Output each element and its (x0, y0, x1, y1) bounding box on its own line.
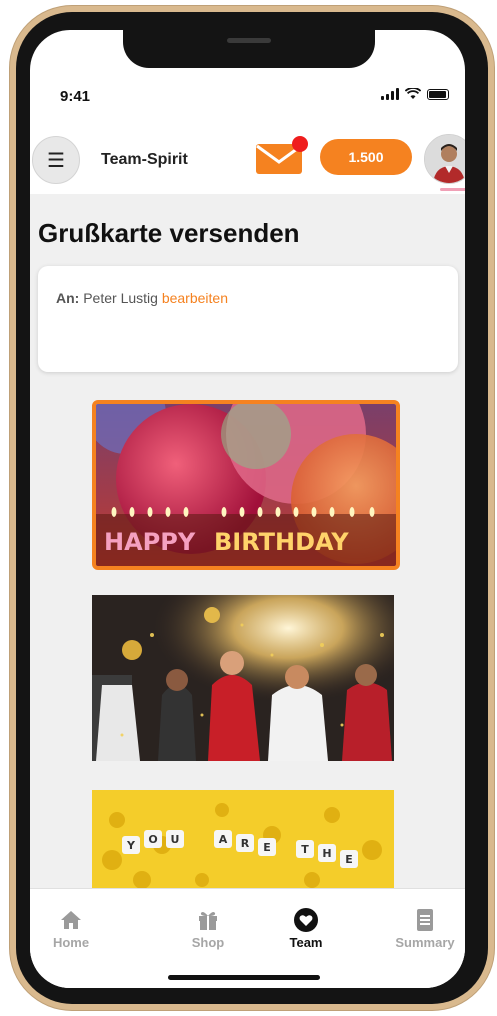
coins-badge[interactable]: 1.500 (320, 139, 412, 175)
die-letter: R (241, 837, 250, 850)
greeting-card-you-are-the[interactable]: Y O U A R E T H E (92, 790, 394, 888)
die-letter: E (263, 841, 271, 854)
heart-icon (294, 908, 318, 932)
tab-shop[interactable]: Shop (168, 907, 248, 950)
tab-summary[interactable]: Summary (385, 907, 465, 950)
tab-label: Team (289, 935, 323, 950)
gift-icon (199, 912, 217, 930)
tab-bar: Home Shop Team Summary (30, 888, 465, 988)
die-letter: U (171, 833, 180, 846)
menu-button[interactable]: ☰ (32, 136, 80, 184)
die-letter: Y (126, 839, 136, 852)
card-text-happy: HAPPY (104, 528, 196, 556)
die-letter: H (322, 847, 331, 860)
die-letter: E (345, 853, 353, 866)
edit-recipient-link[interactable]: bearbeiten (162, 290, 228, 306)
recipient-line: An: Peter Lustig bearbeiten (56, 290, 228, 306)
tab-label: Summary (395, 935, 455, 950)
letter-dice-image: Y O U A R E T H E (92, 790, 394, 888)
wifi-icon (405, 88, 421, 99)
greeting-card-party[interactable] (92, 595, 394, 761)
battery-icon (427, 88, 449, 100)
speaker (227, 38, 271, 43)
party-crowd-image (92, 595, 394, 761)
home-indicator[interactable] (168, 975, 320, 980)
greeting-card-happy-birthday[interactable]: HAPPY BIRTHDAY (92, 400, 400, 570)
phone-screen: 9:41 ☰ Team-Spirit 1.500 Grußkarte verse… (30, 30, 465, 988)
notification-dot (292, 136, 308, 152)
status-time: 9:41 (60, 88, 91, 105)
die-letter: O (148, 833, 157, 846)
tab-label: Shop (191, 935, 225, 950)
app-title: Team-Spirit (101, 151, 188, 168)
document-icon (417, 909, 433, 931)
signal-icon (381, 88, 399, 100)
main-content: Grußkarte versenden An: Peter Lustig bea… (30, 194, 465, 888)
avatar-underline (440, 188, 465, 191)
hamburger-icon: ☰ (47, 149, 65, 172)
tab-home[interactable]: Home (31, 907, 111, 950)
tab-label: Home (52, 935, 90, 950)
app-header: ☰ Team-Spirit 1.500 (30, 130, 465, 194)
page-title: Grußkarte versenden (38, 218, 300, 248)
tab-team[interactable]: Team (266, 907, 346, 950)
recipient-name: Peter Lustig (83, 290, 158, 306)
status-icons (381, 88, 449, 100)
birthday-candles-image: HAPPY BIRTHDAY (96, 404, 396, 566)
recipient-card: An: Peter Lustig bearbeiten (38, 266, 458, 372)
recipient-label: An: (56, 290, 80, 306)
die-letter: T (301, 843, 309, 856)
avatar[interactable] (424, 134, 465, 184)
house-icon (61, 911, 81, 929)
mail-button[interactable] (256, 136, 308, 176)
user-photo (425, 135, 465, 183)
die-letter: A (219, 833, 228, 846)
notch (123, 30, 375, 68)
card-text-birthday: BIRTHDAY (214, 528, 349, 556)
